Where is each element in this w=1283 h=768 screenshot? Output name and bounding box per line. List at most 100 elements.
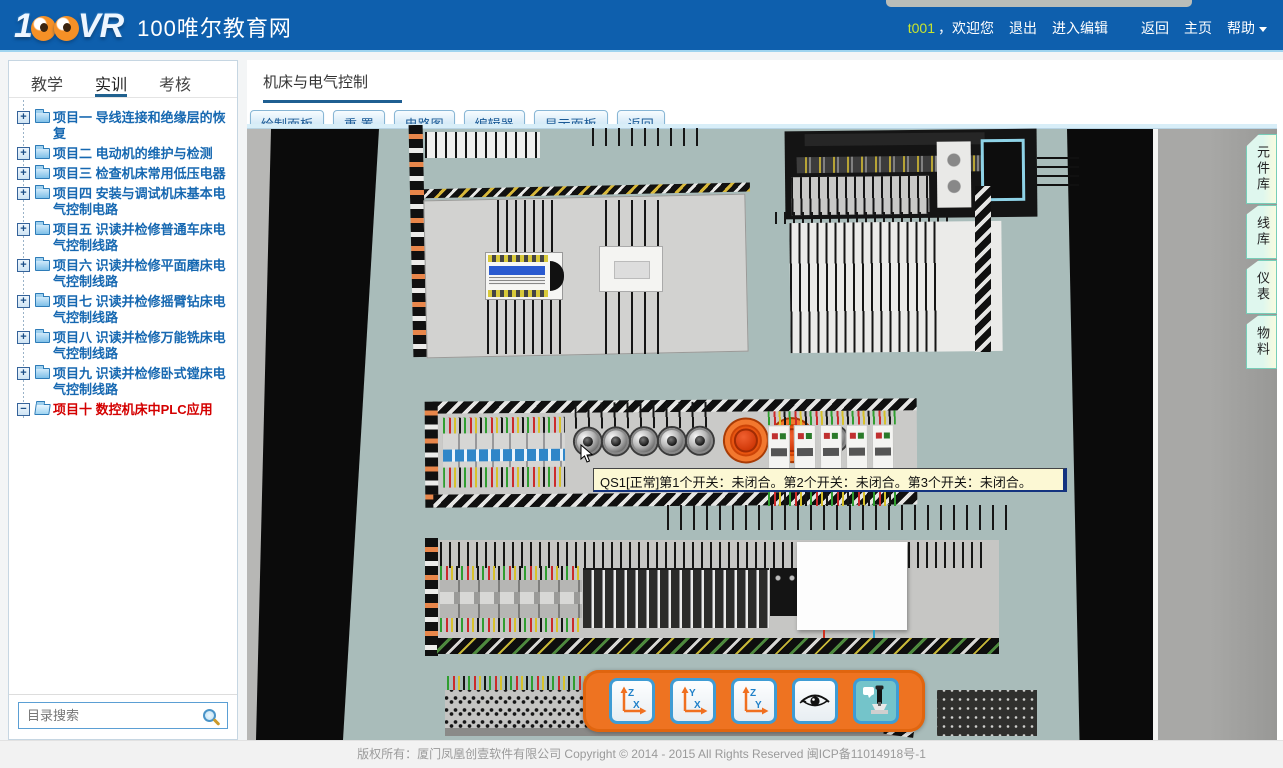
folder-icon	[35, 296, 50, 307]
brand: 1 VR 100唯尔教育网	[14, 7, 292, 46]
colored-wires	[768, 410, 896, 425]
hazard-duct-vertical	[425, 402, 439, 508]
svg-text:X: X	[633, 700, 640, 711]
panel-button[interactable]	[687, 428, 713, 454]
logo-one: 1	[14, 7, 32, 46]
logo-100vr[interactable]: 1 VR	[14, 7, 123, 46]
black-module[interactable]	[770, 568, 800, 616]
expand-icon[interactable]: +	[17, 367, 30, 380]
relay-component[interactable]	[599, 246, 663, 292]
tab-materials[interactable]: 物料	[1246, 315, 1277, 369]
content-tab-title[interactable]: 机床与电气控制	[263, 71, 402, 103]
colored-wires	[443, 467, 565, 488]
view-yx-button[interactable]: Y X	[670, 678, 716, 724]
folder-icon	[35, 148, 50, 159]
logo-eye-icon	[54, 16, 79, 41]
colored-wires	[440, 566, 582, 580]
axis-zy-icon: Z Y	[738, 685, 770, 717]
tree-item-project7[interactable]: + 项目七 识读并检修摇臂钻床电气控制线路	[9, 294, 233, 326]
view-joystick-button[interactable]	[853, 678, 899, 724]
header-links: t001 ，欢迎您 退出 进入编辑 返回 主页 帮助	[908, 18, 1267, 38]
terminal-block-component[interactable]	[485, 252, 563, 300]
site-title: 100唯尔教育网	[137, 11, 292, 43]
chevron-down-icon	[1259, 27, 1267, 32]
folder-icon	[35, 168, 50, 179]
expand-icon[interactable]: +	[17, 147, 30, 160]
wire-bundle	[605, 292, 665, 354]
wire-bundle	[605, 200, 661, 248]
expand-icon[interactable]: +	[17, 259, 30, 272]
collapse-icon[interactable]: −	[17, 403, 30, 416]
eye-icon	[798, 686, 832, 716]
expand-icon[interactable]: +	[17, 187, 30, 200]
tree-item-label: 项目三 检查机床常用低压电器	[53, 166, 226, 181]
tab-instruments[interactable]: 仪表	[1246, 260, 1277, 314]
tab-teaching[interactable]: 教学	[31, 71, 63, 97]
panel-button[interactable]	[631, 428, 657, 454]
svg-text:Y: Y	[689, 688, 696, 699]
plc-wire-duct	[791, 176, 929, 215]
search-input[interactable]	[27, 708, 203, 723]
search-icon[interactable]	[203, 709, 216, 722]
sidebar-tabs: 教学 实训 考核	[9, 61, 237, 98]
logout-link[interactable]: 退出	[1009, 18, 1037, 38]
wire-pigtails	[1037, 152, 1079, 186]
panel-button[interactable]	[659, 428, 685, 454]
tree-item-project10-selected[interactable]: − 项目十 数控机床中PLC应用	[9, 402, 233, 418]
plc-module[interactable]	[785, 129, 1038, 220]
panel-button[interactable]	[603, 428, 629, 454]
view-zy-button[interactable]: Z Y	[731, 678, 777, 724]
expand-icon[interactable]: +	[17, 111, 30, 124]
svg-text:Y: Y	[755, 700, 762, 711]
view-zx-button[interactable]: Z X	[609, 678, 655, 724]
expand-icon[interactable]: +	[17, 331, 30, 344]
wire-duct-top	[425, 132, 540, 158]
component-status-tooltip: QS1[正常]第1个开关：未闭合。第2个开关：未闭合。第3个开关：未闭合。	[593, 468, 1067, 492]
tab-training[interactable]: 实训	[95, 71, 127, 97]
copyright-footer: 版权所有：厦门凤凰创壹软件有限公司 Copyright © 2014 - 201…	[0, 740, 1283, 768]
tab-wire-library[interactable]: 线库	[1246, 205, 1277, 259]
folder-icon	[35, 368, 50, 379]
folder-icon	[35, 260, 50, 271]
library-tabs: 元件库 线库 仪表 物料	[1246, 134, 1277, 369]
tab-assessment[interactable]: 考核	[159, 71, 191, 97]
breaker-blue-toggles[interactable]	[443, 449, 565, 462]
expand-icon[interactable]: +	[17, 223, 30, 236]
expand-icon[interactable]: +	[17, 167, 30, 180]
back-link[interactable]: 返回	[1141, 18, 1169, 38]
tree-item-project9[interactable]: + 项目九 识读并检修卧式镗床电气控制线路	[9, 366, 233, 398]
tree-item-label: 项目二 电动机的维护与检测	[53, 146, 213, 161]
tree-item-project6[interactable]: + 项目六 识读并检修平面磨床电气控制线路	[9, 258, 233, 290]
colored-wires	[440, 618, 582, 632]
emergency-stop-button[interactable]	[725, 419, 767, 461]
white-label-box[interactable]	[797, 542, 907, 630]
tab-component-library[interactable]: 元件库	[1246, 134, 1277, 204]
tree-item-project2[interactable]: + 项目二 电动机的维护与检测	[9, 146, 233, 162]
logo-vr: VR	[78, 7, 123, 46]
tree-item-project8[interactable]: + 项目八 识读并检修万能铣床电气控制线路	[9, 330, 233, 362]
terminal-pins	[488, 290, 548, 297]
component-text-lines	[489, 277, 545, 285]
relay-group-left[interactable]	[440, 566, 582, 632]
folder-icon	[35, 224, 50, 235]
view-eye-button[interactable]	[792, 678, 838, 724]
enter-edit-link[interactable]: 进入编辑	[1052, 18, 1108, 38]
tree-item-project1[interactable]: + 项目一 导线连接和绝缘层的恢复	[9, 110, 233, 142]
axis-zx-icon: Z X	[616, 685, 648, 717]
help-link[interactable]: 帮助	[1227, 18, 1267, 38]
3d-simulation-viewport[interactable]: QS1[正常]第1个开关：未闭合。第2个开关：未闭合。第3个开关：未闭合。	[247, 124, 1277, 740]
terminal-relay-row[interactable]	[583, 568, 769, 628]
joystick-icon	[859, 684, 893, 718]
svg-text:Z: Z	[628, 688, 634, 699]
cabinet-left-black-column	[247, 129, 397, 740]
breaker-group-qs1[interactable]	[443, 417, 565, 488]
tree-item-project3[interactable]: + 项目三 检查机床常用低压电器	[9, 166, 233, 182]
expand-icon[interactable]: +	[17, 295, 30, 308]
lower-equipment-band	[425, 530, 1037, 656]
tree-item-project5[interactable]: + 项目五 识读并检修普通车床电气控制线路	[9, 222, 233, 254]
top-gray-pill	[886, 0, 1192, 7]
tree-item-project4[interactable]: + 项目四 安装与调试机床基本电气控制电路	[9, 186, 233, 218]
tree-item-label: 项目一 导线连接和绝缘层的恢复	[53, 110, 226, 141]
header-bar: 1 VR 100唯尔教育网 t001 ，欢迎您 退出 进入编辑 返回 主页 帮助	[0, 0, 1283, 52]
home-link[interactable]: 主页	[1184, 18, 1212, 38]
